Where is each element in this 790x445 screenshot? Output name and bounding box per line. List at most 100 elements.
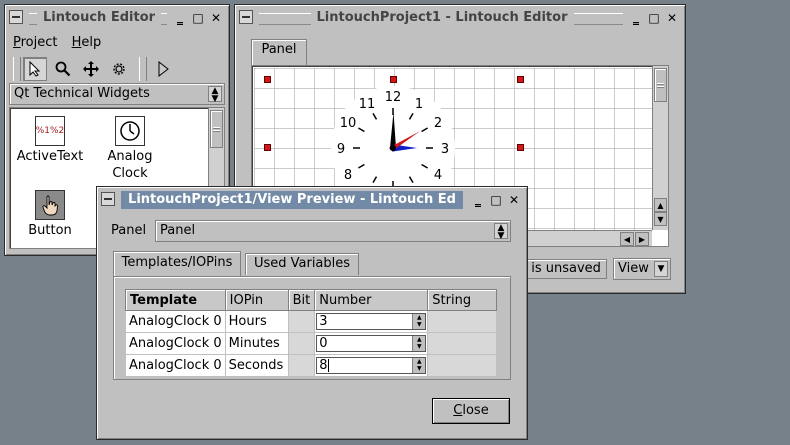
table-row: AnalogClock 0 Hours 3 ▲ ▼	[125, 310, 498, 333]
seconds-value: 8	[319, 358, 328, 373]
cell-iopin[interactable]: Seconds	[224, 354, 289, 377]
activetext-icon: %1%2	[35, 116, 65, 146]
clock-number: 1	[415, 97, 423, 112]
menu-help-accel: H	[71, 35, 82, 50]
view-select-value: View	[618, 261, 649, 276]
menu-help-rest: elp	[81, 35, 102, 50]
unsaved-status: t is unsaved	[515, 259, 607, 279]
toolbar-grip-2[interactable]	[139, 57, 147, 81]
hours-value: 3	[319, 314, 328, 329]
updown-arrow-icon: ▲ ▼	[208, 86, 222, 104]
canvas-vscroll[interactable]: ▲ ▼	[652, 66, 668, 230]
canvas-vscroll-thumb[interactable]	[654, 68, 667, 102]
scroll-left-icon[interactable]: ◀	[620, 232, 634, 246]
clock-number: 9	[337, 142, 345, 157]
panel-select[interactable]: Panel ▲ ▼	[155, 220, 511, 242]
clock-number: 8	[344, 168, 352, 183]
cell-number: 8 ▲ ▼	[314, 354, 429, 377]
maximize-icon[interactable]: □	[647, 11, 661, 25]
cell-bit	[287, 310, 316, 333]
widget-button-label: Button	[28, 223, 72, 238]
col-number[interactable]: Number	[314, 289, 429, 311]
cell-template[interactable]: AnalogClock 0	[125, 354, 226, 377]
preview-title: LintouchProject1/View Preview - Lintouch…	[121, 191, 463, 209]
spin-arrows-icon[interactable]: ▲ ▼	[412, 358, 426, 373]
clock-number: 2	[434, 116, 442, 131]
window-menu-icon[interactable]	[9, 10, 23, 24]
close-icon[interactable]: ✕	[507, 193, 521, 207]
minimize-icon[interactable]: ‗	[471, 193, 485, 207]
editor-title: Lintouch Editor	[29, 9, 169, 27]
toolbar-grip[interactable]	[13, 57, 21, 81]
scroll-right-icon[interactable]: ▶	[635, 232, 649, 246]
menu-help[interactable]: Help	[72, 35, 102, 50]
iopins-table: Template IOPin Bit Number String AnalogC…	[125, 289, 498, 377]
close-icon[interactable]: ✕	[665, 11, 679, 25]
tab-templates-iopins-label: Templates/IOPins	[121, 255, 233, 270]
hours-spinbox[interactable]: 3 ▲ ▼	[316, 313, 427, 330]
window-menu-icon[interactable]	[239, 10, 253, 24]
unsaved-status-text: t is unsaved	[522, 261, 601, 276]
table-row: AnalogClock 0 Seconds 8 ▲ ▼	[125, 354, 498, 377]
move-icon[interactable]	[79, 57, 103, 81]
seconds-spinbox[interactable]: 8 ▲ ▼	[316, 357, 427, 374]
project-title: LintouchProject1 - Lintouch Editor	[259, 9, 625, 27]
maximize-icon[interactable]: □	[489, 193, 503, 207]
col-iopin[interactable]: IOPin	[224, 289, 289, 311]
selection-handle[interactable]	[517, 76, 524, 83]
maximize-icon[interactable]: □	[191, 11, 205, 25]
clock-number: 11	[359, 97, 376, 112]
view-select[interactable]: View ▼	[613, 258, 671, 280]
cell-iopin[interactable]: Hours	[224, 310, 289, 333]
preview-title-text: LintouchProject1/View Preview - Lintouch…	[122, 192, 462, 207]
col-bit[interactable]: Bit	[287, 289, 316, 311]
minutes-value: 0	[319, 336, 328, 351]
pointer-icon[interactable]	[23, 57, 47, 81]
clock-number: 10	[340, 116, 357, 131]
tab-panel[interactable]: Panel	[251, 39, 307, 65]
cell-string	[427, 310, 498, 333]
minimize-icon[interactable]: ‗	[173, 11, 187, 25]
widget-button[interactable]: Button	[14, 190, 86, 239]
project-titlebar[interactable]: LintouchProject1 - Lintouch Editor ‗ □ ✕	[239, 9, 681, 29]
scroll-down-icon[interactable]: ▼	[654, 212, 667, 226]
spin-arrows-icon[interactable]: ▲ ▼	[412, 314, 426, 329]
col-template[interactable]: Template	[125, 289, 226, 311]
palette-scroll-thumb[interactable]	[210, 110, 223, 148]
selection-handle[interactable]	[517, 144, 524, 151]
selection-handle[interactable]	[264, 144, 271, 151]
play-icon[interactable]	[151, 57, 175, 81]
widget-analog-clock[interactable]: Analog Clock	[94, 116, 166, 182]
project-title-text: LintouchProject1 - Lintouch Editor	[310, 10, 574, 25]
cell-number: 3 ▲ ▼	[314, 310, 429, 333]
editor-titlebar[interactable]: Lintouch Editor ‗ □ ✕	[9, 9, 225, 29]
editor-toolbar	[13, 57, 225, 83]
chevron-down-icon: ▼	[654, 261, 668, 277]
tab-used-variables[interactable]: Used Variables	[245, 253, 359, 275]
cell-string	[427, 332, 498, 355]
cell-template[interactable]: AnalogClock 0	[125, 332, 226, 355]
menu-project[interactable]: Project	[13, 35, 58, 50]
tab-templates-iopins[interactable]: Templates/IOPins	[113, 251, 241, 277]
col-string[interactable]: String	[427, 289, 498, 311]
cell-iopin[interactable]: Minutes	[224, 332, 289, 355]
widget-activetext[interactable]: %1%2 ActiveText	[14, 116, 86, 165]
selection-handle[interactable]	[264, 76, 271, 83]
zoom-icon[interactable]	[51, 57, 75, 81]
close-button-accel: C	[453, 403, 463, 418]
preview-titlebar[interactable]: LintouchProject1/View Preview - Lintouch…	[101, 191, 523, 211]
gear-icon[interactable]	[107, 57, 131, 81]
spin-arrows-icon[interactable]: ▲ ▼	[412, 336, 426, 351]
close-button[interactable]: Close	[432, 398, 510, 424]
tab-used-variables-label: Used Variables	[253, 256, 351, 271]
tab-panel-label: Panel	[261, 42, 297, 57]
window-menu-icon[interactable]	[101, 192, 115, 206]
minutes-spinbox[interactable]: 0 ▲ ▼	[316, 335, 427, 352]
minimize-icon[interactable]: ‗	[629, 11, 643, 25]
cell-template[interactable]: AnalogClock 0	[125, 310, 226, 333]
scroll-up-icon[interactable]: ▲	[654, 198, 667, 212]
widget-library-select[interactable]: Qt Technical Widgets ▲ ▼	[9, 83, 225, 105]
panel-select-value: Panel	[160, 223, 196, 238]
clock-center	[390, 145, 396, 151]
close-icon[interactable]: ✕	[209, 11, 223, 25]
